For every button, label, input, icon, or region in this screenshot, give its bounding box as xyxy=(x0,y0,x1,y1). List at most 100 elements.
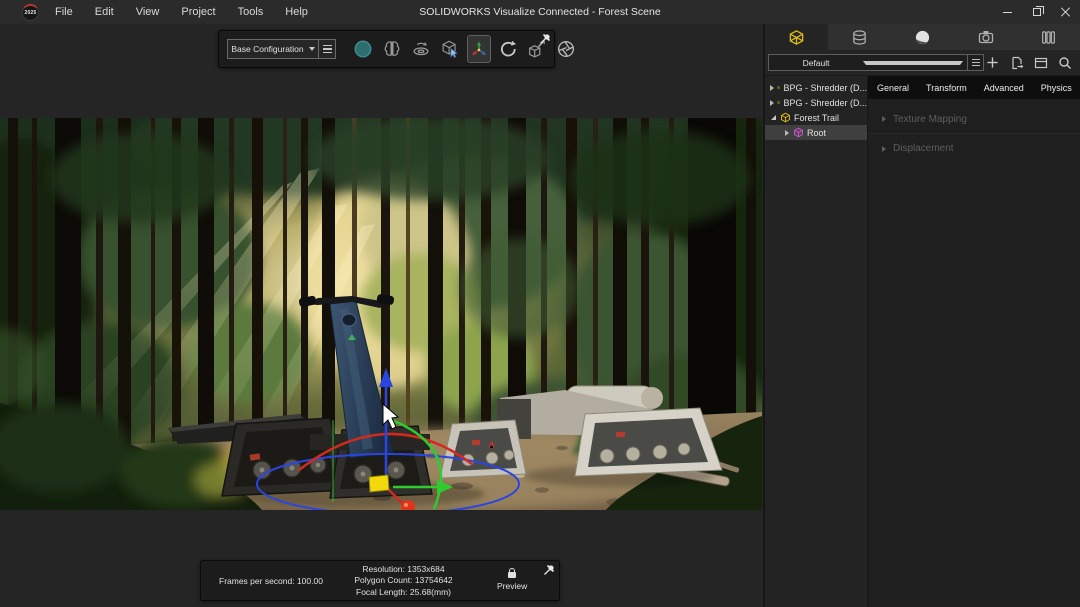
expand-arrow-icon[interactable] xyxy=(785,130,789,136)
palette-panel: Default xyxy=(765,24,1080,607)
tree-item-label: Forest Trail xyxy=(794,113,839,123)
configuration-dropdown[interactable]: Base Configuration xyxy=(227,39,319,59)
section-label: Displacement xyxy=(893,143,954,154)
preview-lock[interactable]: Preview xyxy=(497,570,527,591)
info-bar-pin-button[interactable] xyxy=(543,563,555,581)
preset-dropdown[interactable]: Default xyxy=(768,54,968,71)
property-tabstrip: General Transform Advanced Physics xyxy=(868,76,1080,99)
close-icon xyxy=(1061,7,1071,17)
expand-arrow-icon[interactable] xyxy=(770,85,774,91)
model-tree: BPG - Shredder (D... BPG - Shredder (D..… xyxy=(765,76,868,607)
import-button[interactable] xyxy=(1008,54,1025,71)
tab-transform[interactable]: Transform xyxy=(926,83,967,93)
palette-tabstrip xyxy=(765,24,1080,50)
chevron-down-icon xyxy=(863,61,963,65)
minimize-icon xyxy=(1003,12,1012,13)
app-logo-year: 2025 xyxy=(25,10,37,16)
tree-item-shredder-2[interactable]: BPG - Shredder (D... xyxy=(765,95,867,110)
cameras-icon xyxy=(977,28,995,46)
section-expand-icon xyxy=(882,116,886,122)
render-mode-button[interactable] xyxy=(351,35,375,63)
expand-arrow-icon[interactable] xyxy=(770,100,774,106)
main-area: Base Configuration xyxy=(0,24,1080,607)
app-window: 2025 File Edit View Project Tools Help S… xyxy=(0,0,1080,607)
section-expand-icon xyxy=(882,146,886,152)
select-cube-icon xyxy=(439,38,461,60)
tab-cameras[interactable] xyxy=(954,24,1017,50)
add-button[interactable] xyxy=(984,54,1001,71)
plus-icon xyxy=(986,56,999,69)
tree-item-root[interactable]: Root xyxy=(765,125,867,140)
turntable-icon xyxy=(410,38,432,60)
search-button[interactable] xyxy=(1056,54,1073,71)
focal-length-readout: Focal Length: 25.68(mm) xyxy=(356,587,451,598)
tab-configurations[interactable] xyxy=(1017,24,1080,50)
preset-menu-button[interactable] xyxy=(968,54,984,71)
tab-models[interactable] xyxy=(765,24,828,50)
denoiser-button[interactable] xyxy=(380,35,404,63)
chevron-down-icon xyxy=(309,47,315,51)
title-bar: 2025 File Edit View Project Tools Help S… xyxy=(0,0,1080,24)
model-cube-icon xyxy=(777,82,780,93)
tree-item-shredder-1[interactable]: BPG - Shredder (D... xyxy=(765,80,867,95)
render-stats: Resolution: 1353x684 Polygon Count: 1375… xyxy=(336,564,471,598)
toolbar-pin-button[interactable] xyxy=(539,32,551,50)
menu-file[interactable]: File xyxy=(55,6,73,18)
move-tool-icon xyxy=(468,38,490,60)
section-label: Texture Mapping xyxy=(893,114,967,125)
pin-icon xyxy=(539,33,551,45)
panel-actions xyxy=(984,54,1076,71)
move-tool-button[interactable] xyxy=(467,35,491,63)
environments-sphere-icon xyxy=(914,29,931,46)
section-texture-mapping[interactable]: Texture Mapping xyxy=(868,105,1080,134)
tab-general[interactable]: General xyxy=(877,83,909,93)
pin-icon xyxy=(543,564,555,576)
restore-button[interactable] xyxy=(1022,0,1051,24)
aperture-icon xyxy=(555,38,577,60)
tree-item-label: BPG - Shredder (D... xyxy=(783,98,867,108)
rotate-tool-button[interactable] xyxy=(496,35,520,63)
tree-item-forest-trail[interactable]: Forest Trail xyxy=(765,110,867,125)
tab-advanced[interactable]: Advanced xyxy=(984,83,1024,93)
menu-view[interactable]: View xyxy=(136,6,160,18)
viewport-canvas[interactable]: Base Configuration xyxy=(0,24,765,607)
split-view-button[interactable] xyxy=(1032,54,1049,71)
split-view-icon xyxy=(1034,56,1048,70)
menu-bar: File Edit View Project Tools Help xyxy=(55,6,308,18)
render-mode-icon xyxy=(352,38,374,60)
properties-pane: General Transform Advanced Physics Textu… xyxy=(868,76,1080,607)
menu-edit[interactable]: Edit xyxy=(95,6,114,18)
lock-icon xyxy=(508,572,516,578)
configuration-menu-button[interactable] xyxy=(319,39,336,59)
configurations-icon xyxy=(1040,29,1057,46)
close-button[interactable] xyxy=(1051,0,1080,24)
tree-item-label: BPG - Shredder (D... xyxy=(783,83,867,93)
property-sections: Texture Mapping Displacement xyxy=(868,99,1080,163)
viewport-toolbar: Base Configuration xyxy=(218,30,555,68)
app-logo-icon[interactable]: 2025 xyxy=(22,4,39,21)
denoiser-brain-icon xyxy=(381,38,403,60)
menu-tools[interactable]: Tools xyxy=(238,6,264,18)
tab-physics[interactable]: Physics xyxy=(1041,83,1072,93)
scene-info-bar: Frames per second: 100.00 Resolution: 13… xyxy=(200,560,560,601)
tab-appearances[interactable] xyxy=(828,24,891,50)
menu-project[interactable]: Project xyxy=(181,6,215,18)
tab-environments[interactable] xyxy=(891,24,954,50)
models-cube-icon xyxy=(788,29,805,46)
turntable-button[interactable] xyxy=(409,35,433,63)
collapse-arrow-icon[interactable] xyxy=(771,115,776,120)
rotate-icon xyxy=(497,38,519,60)
configuration-value: Base Configuration xyxy=(231,44,303,54)
menu-help[interactable]: Help xyxy=(285,6,308,18)
minimize-button[interactable] xyxy=(993,0,1022,24)
configuration-control: Base Configuration xyxy=(227,39,336,59)
render-camera-button[interactable] xyxy=(554,35,578,63)
preset-value: Default xyxy=(769,58,863,68)
preview-label: Preview xyxy=(497,581,527,591)
import-file-icon xyxy=(1010,56,1024,70)
render-image[interactable] xyxy=(0,118,762,510)
part-cube-icon xyxy=(793,127,804,138)
model-cube-icon xyxy=(777,97,780,108)
section-displacement[interactable]: Displacement xyxy=(868,134,1080,163)
select-tool-button[interactable] xyxy=(438,35,462,63)
